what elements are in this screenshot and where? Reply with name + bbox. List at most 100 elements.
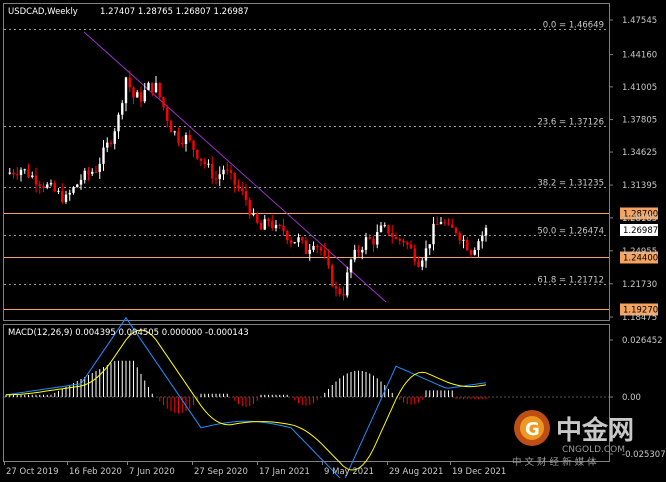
candle-body	[143, 90, 146, 102]
time-tick-label: 27 Sep 2020	[194, 467, 248, 477]
candle-body	[267, 219, 270, 222]
candle-body	[402, 240, 405, 243]
candle-body	[237, 184, 240, 189]
horizontal-levels[interactable]: 1.287001.244001.19270	[4, 207, 658, 316]
time-tick-label: 7 Jun 2020	[129, 467, 175, 477]
candle-body	[72, 187, 75, 193]
candle-body	[409, 244, 413, 249]
watermark-domain: CNGOLD.COM	[562, 445, 625, 455]
svg-text:G: G	[525, 419, 540, 440]
candle-body	[132, 87, 135, 98]
candle-body	[319, 247, 323, 251]
candle-body	[338, 288, 341, 294]
candle-body	[196, 149, 199, 159]
candle-body	[222, 169, 225, 175]
price-tick-label: 1.28185	[622, 214, 657, 224]
time-axis: 27 Oct 2019 16 Feb 2020 7 Jun 2020 27 Sep 2…	[4, 461, 506, 477]
candle-body	[27, 169, 30, 178]
candle-body	[376, 231, 379, 245]
candle-body	[278, 224, 281, 226]
candle-body	[308, 249, 311, 254]
fib-label: 0.0 = 1.46649	[543, 21, 604, 31]
candle-body	[342, 293, 345, 296]
candle-body	[188, 135, 191, 141]
candle-body	[316, 245, 319, 248]
candle-body	[379, 225, 383, 232]
watermark-slogan: 中 文 财 经 新 媒 体	[512, 456, 597, 468]
candle-body	[34, 175, 38, 185]
candle-body	[484, 227, 488, 236]
candle-body	[398, 238, 401, 241]
candle-body	[413, 248, 416, 262]
candle-body	[364, 237, 368, 250]
time-tick-label: 17 Jan 2021	[259, 467, 310, 477]
candle-body	[297, 237, 300, 243]
candle-body	[436, 223, 439, 225]
time-tick-label: 29 Aug 2021	[389, 467, 443, 477]
candle-body	[424, 248, 428, 261]
candle-body	[447, 223, 450, 225]
fib-label: 38.2 = 1.31235	[537, 179, 604, 189]
candle-body	[38, 184, 41, 187]
candle-body	[166, 107, 169, 121]
candle-body	[192, 140, 195, 150]
candle-body	[83, 170, 86, 180]
candle-body	[151, 82, 154, 93]
price-tick-label: 1.34625	[622, 148, 657, 158]
candle-body	[19, 169, 23, 176]
ohlc-values: 1.27407 1.28765 1.26807 1.26987	[100, 7, 249, 17]
candle-body	[154, 82, 158, 93]
candle-body	[203, 160, 206, 165]
candle-body	[207, 163, 210, 165]
candle-body	[428, 244, 431, 249]
candlesticks	[8, 70, 488, 301]
candle-body	[259, 222, 263, 230]
candle-body	[102, 147, 105, 164]
candle-body	[147, 82, 150, 91]
price-tick-label: 1.44160	[622, 51, 657, 61]
candle-body	[304, 240, 308, 254]
candle-body	[466, 239, 469, 251]
candle-body	[218, 174, 221, 179]
candle-body	[57, 190, 60, 192]
candle-body	[94, 171, 98, 173]
macd-tick-label: 0.026452	[622, 336, 663, 346]
candle-body	[124, 77, 128, 104]
main-chart-frame	[3, 3, 610, 321]
price-tick-label: 1.31395	[622, 181, 657, 191]
candle-body	[387, 225, 390, 234]
candle-body	[12, 172, 15, 175]
price-tick-label: 1.24955	[622, 247, 657, 257]
candle-body	[282, 225, 285, 231]
candle-body	[349, 259, 353, 273]
time-tick-label: 9 May 2021	[324, 467, 374, 477]
candle-body	[458, 233, 461, 241]
candle-body	[462, 239, 465, 241]
candle-body	[256, 213, 259, 223]
price-tick-label: 1.18475	[622, 313, 657, 323]
candle-body	[233, 172, 236, 185]
candle-body	[214, 178, 218, 180]
time-tick-label: 16 Feb 2020	[69, 467, 122, 477]
candle-body	[46, 184, 49, 188]
price-tick-label: 1.41005	[622, 83, 657, 93]
candle-body	[106, 142, 109, 148]
candle-body	[16, 174, 19, 176]
macd-title: MACD(12,26,9) 0.004395 0.004505 0.000000…	[8, 328, 249, 338]
candle-body	[323, 250, 326, 256]
candle-body	[229, 170, 233, 173]
candle-body	[473, 250, 476, 255]
candle-body	[289, 240, 293, 244]
candle-body	[49, 183, 53, 185]
candle-body	[248, 199, 251, 216]
candle-body	[372, 238, 375, 245]
candle-body	[139, 92, 143, 102]
candle-body	[64, 194, 68, 202]
candle-body	[98, 163, 101, 172]
candle-body	[346, 272, 349, 296]
fib-label: 50.0 = 1.26474	[537, 227, 604, 237]
candle-body	[312, 245, 315, 250]
watermark: G 中金网 CNGOLD.COM 中 文 财 经 新 媒 体	[506, 402, 666, 478]
candle-body	[293, 242, 296, 244]
candle-body	[117, 114, 120, 132]
